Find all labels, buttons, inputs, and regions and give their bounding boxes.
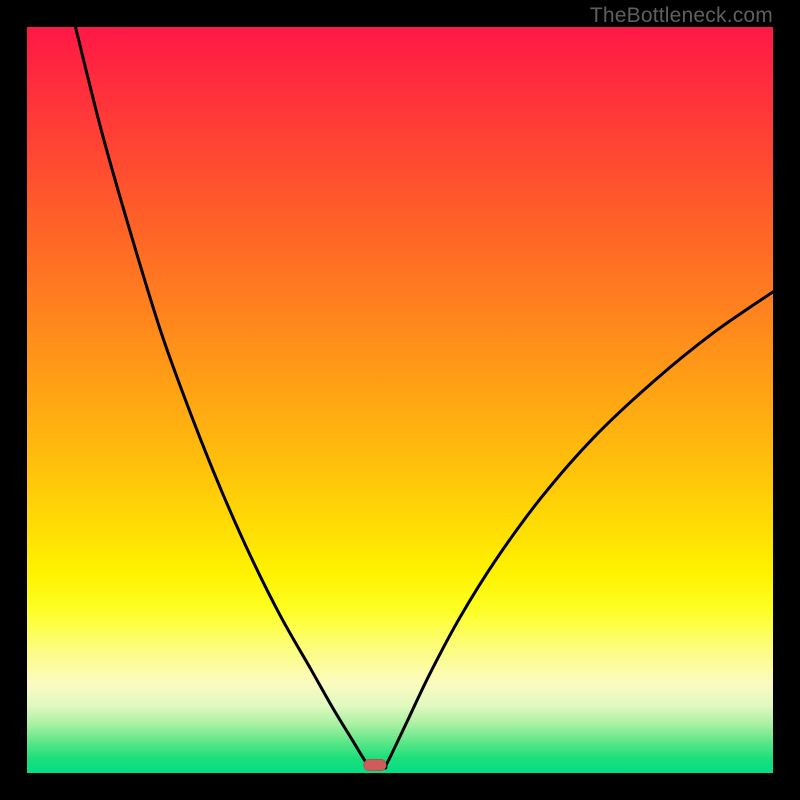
watermark-text: TheBottleneck.com <box>590 4 773 28</box>
bottleneck-curve <box>27 27 773 773</box>
plot-area <box>27 27 773 773</box>
chart-frame: TheBottleneck.com <box>0 0 800 800</box>
optimal-point-marker <box>364 759 387 771</box>
